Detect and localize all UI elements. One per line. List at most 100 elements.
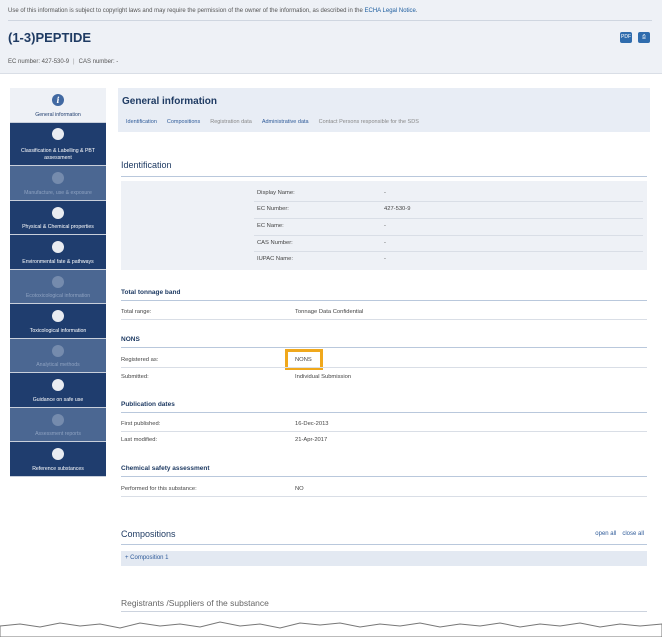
flask-icon bbox=[52, 206, 64, 219]
general-information-header: General information Identification Compo… bbox=[118, 88, 650, 132]
sidebar-item-label: Environmental fate & pathways bbox=[22, 258, 94, 265]
tab-identification[interactable]: Identification bbox=[126, 119, 157, 125]
csa-performed-value: NO bbox=[295, 486, 304, 492]
publication-heading: Publication dates bbox=[121, 401, 175, 408]
display-name-label: Display Name: bbox=[257, 190, 295, 196]
fish-icon bbox=[52, 275, 64, 288]
divider bbox=[121, 431, 647, 432]
open-all-link[interactable]: open all bbox=[595, 531, 616, 537]
legal-end: . bbox=[415, 8, 418, 14]
divider bbox=[254, 235, 643, 236]
divider bbox=[8, 20, 652, 21]
display-name-value: - bbox=[384, 190, 386, 196]
last-modified-value: 21-Apr-2017 bbox=[295, 437, 328, 443]
checklist-icon bbox=[52, 413, 64, 426]
info-icon: i bbox=[52, 94, 64, 106]
iupac-name-value: - bbox=[384, 256, 386, 262]
first-published-value: 16-Dec-2013 bbox=[295, 421, 329, 427]
print-icon[interactable]: ⎙ bbox=[638, 32, 650, 43]
total-range-label: Total range: bbox=[121, 309, 152, 315]
submitted-label: Submitted: bbox=[121, 374, 149, 380]
top-bar: Use of this information is subject to co… bbox=[0, 0, 662, 74]
sidebar-item-label: Physical & Chemical properties bbox=[22, 224, 94, 230]
tab-contact-persons: Contact Persons responsible for the SDS bbox=[318, 119, 419, 125]
sidebar-item-label: Guidance on safe use bbox=[32, 396, 84, 403]
sidebar-item-environmental-fate[interactable]: Environmental fate & pathways bbox=[10, 235, 106, 270]
divider bbox=[121, 367, 647, 368]
sidebar-item-label: Manufacture, use & exposure bbox=[24, 189, 92, 196]
bookmark-icon bbox=[52, 379, 64, 391]
sidebar-item-label: Reference substances bbox=[32, 465, 84, 472]
sidebar-item-label: Classification & Labelling & PBT assessm… bbox=[20, 148, 96, 161]
warning-icon bbox=[52, 310, 64, 322]
compositions-heading: Compositions bbox=[121, 529, 176, 539]
sidebar-item-assessment-reports: Assessment reports bbox=[10, 407, 106, 442]
divider bbox=[121, 412, 647, 413]
iupac-name-label: IUPAC Name: bbox=[257, 256, 293, 262]
first-published-label: First published: bbox=[121, 421, 161, 427]
divider bbox=[121, 476, 647, 477]
divider bbox=[121, 300, 647, 301]
sidebar-item-manufacture: Manufacture, use & exposure bbox=[10, 166, 106, 201]
tonnage-heading: Total tonnage band bbox=[121, 289, 181, 296]
divider bbox=[121, 611, 647, 612]
sidebar-item-general-information[interactable]: i General information bbox=[10, 88, 106, 123]
expand-controls: open all close all bbox=[595, 531, 644, 537]
tab-registration-data: Registration data bbox=[210, 119, 252, 125]
ec-number-value: 427-530-9 bbox=[384, 206, 411, 212]
section-tabs: Identification Compositions Registration… bbox=[126, 119, 419, 125]
registered-as-label: Registered as: bbox=[121, 357, 159, 363]
ec-number: EC number: 427-530-9 bbox=[8, 59, 70, 65]
composition-item[interactable]: + Composition 1 bbox=[121, 551, 647, 566]
ec-name-label: EC Name: bbox=[257, 223, 284, 229]
divider bbox=[121, 496, 647, 497]
toolbar: PDF ⎙ bbox=[620, 32, 650, 43]
tab-administrative-data[interactable]: Administrative data bbox=[262, 119, 309, 125]
sidebar-item-label: General information bbox=[35, 112, 81, 118]
pdf-icon[interactable]: PDF bbox=[620, 32, 632, 43]
legal-notice-link[interactable]: ECHA Legal Notice bbox=[365, 8, 416, 14]
cas-number-value: - bbox=[384, 240, 386, 246]
csa-heading: Chemical safety assessment bbox=[121, 465, 210, 472]
sidebar-item-label: Analytical methods bbox=[36, 362, 80, 368]
divider bbox=[254, 218, 643, 219]
registrants-heading: Registrants /Suppliers of the substance bbox=[121, 598, 269, 608]
substance-ids: EC number: 427-530-9 | CAS number: - bbox=[8, 59, 119, 65]
sidebar-item-physical-chemical[interactable]: Physical & Chemical properties bbox=[10, 200, 106, 235]
legal-text: Use of this information is subject to co… bbox=[8, 8, 363, 14]
divider bbox=[121, 544, 647, 545]
classification-icon bbox=[52, 128, 64, 140]
nons-heading: NONS bbox=[121, 336, 140, 343]
legal-notice: Use of this information is subject to co… bbox=[8, 8, 418, 14]
divider bbox=[254, 201, 643, 202]
sidebar-item-guidance-safe-use[interactable]: Guidance on safe use bbox=[10, 373, 106, 408]
document-icon bbox=[52, 344, 64, 357]
csa-performed-label: Performed for this substance: bbox=[121, 486, 197, 492]
total-range-value: Tonnage Data Confidential bbox=[295, 309, 364, 315]
sidebar-item-reference-substances[interactable]: Reference substances bbox=[10, 442, 106, 477]
sidebar-item-ecotoxicological: Ecotoxicological information bbox=[10, 269, 106, 304]
page-title: (1-3)PEPTIDE bbox=[8, 30, 92, 45]
tab-compositions[interactable]: Compositions bbox=[167, 119, 200, 125]
divider bbox=[254, 251, 643, 252]
close-all-link[interactable]: close all bbox=[622, 531, 644, 537]
sidebar-item-label: Ecotoxicological information bbox=[25, 293, 91, 299]
factory-icon bbox=[52, 172, 64, 184]
composition-1-toggle[interactable]: + Composition 1 bbox=[125, 555, 169, 561]
beaker-icon bbox=[52, 448, 64, 460]
divider bbox=[121, 176, 647, 177]
sidebar-item-classification[interactable]: Classification & Labelling & PBT assessm… bbox=[10, 123, 106, 166]
sidebar-item-label: Toxicological information bbox=[29, 327, 87, 334]
torn-edge bbox=[0, 621, 662, 637]
identification-table: Display Name: - EC Number: 427-530-9 EC … bbox=[121, 181, 647, 270]
submitted-value: Individual Submission bbox=[295, 374, 352, 380]
sidebar-item-toxicological[interactable]: Toxicological information bbox=[10, 304, 106, 339]
leaf-icon bbox=[52, 241, 64, 253]
divider bbox=[121, 319, 647, 320]
identification-heading: Identification bbox=[121, 160, 172, 170]
section-heading: General information bbox=[122, 96, 218, 107]
sidebar-item-analytical-methods: Analytical methods bbox=[10, 338, 106, 373]
ec-name-value: - bbox=[384, 223, 386, 229]
last-modified-label: Last modified: bbox=[121, 437, 158, 443]
divider bbox=[121, 347, 647, 348]
